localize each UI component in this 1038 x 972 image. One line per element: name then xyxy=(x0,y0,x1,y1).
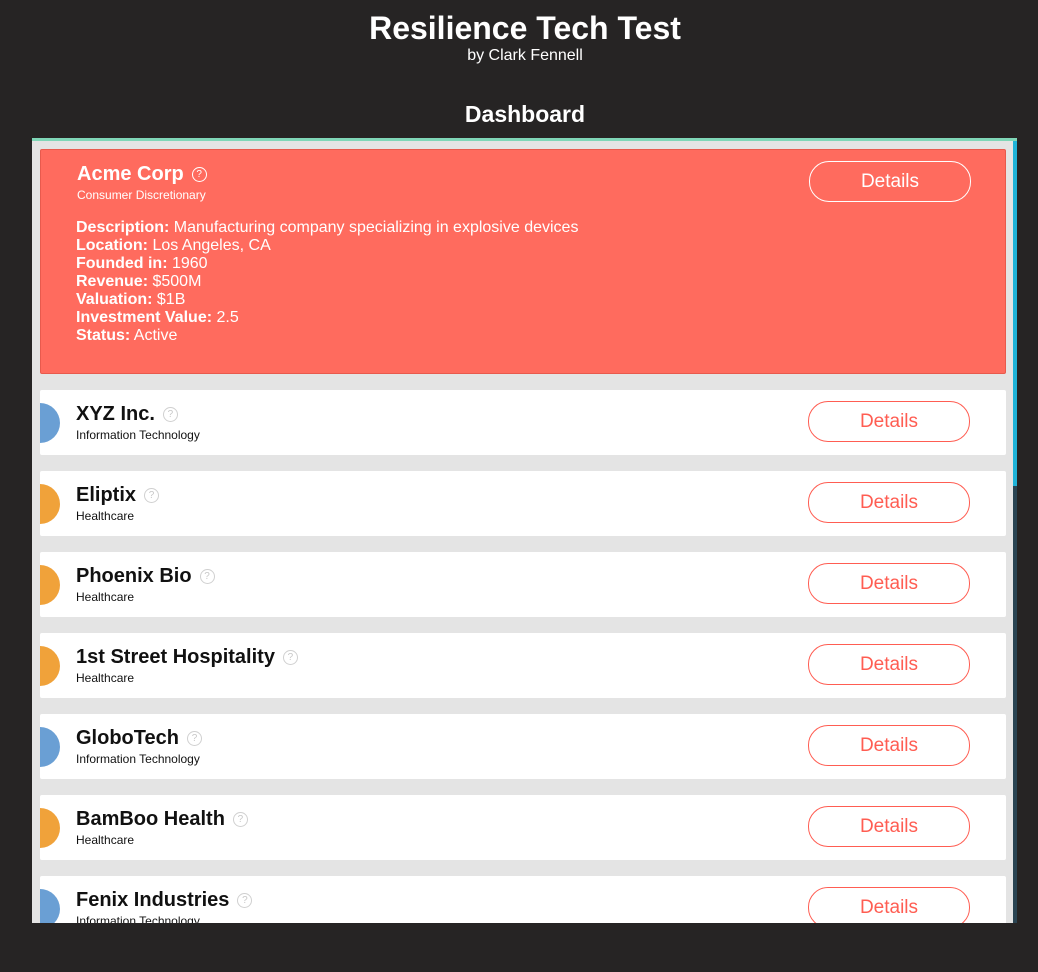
company-card: 1st Street Hospitality ? Healthcare Deta… xyxy=(40,633,1006,698)
detail-row-revenue: Revenue: $500M xyxy=(76,273,578,291)
detail-label: Valuation: xyxy=(76,291,153,308)
details-button[interactable]: Details xyxy=(808,644,970,685)
dashboard-title: Dashboard xyxy=(464,101,586,127)
company-name: 1st Street Hospitality ? xyxy=(76,646,298,669)
company-sector: Healthcare xyxy=(76,509,135,523)
detail-label: Status: xyxy=(76,327,131,344)
company-card-expanded: Acme Corp ? Consumer Discretionary Detai… xyxy=(40,149,1006,374)
detail-row-investment-value: Investment Value: 2.5 xyxy=(76,309,578,327)
details-button[interactable]: Details xyxy=(808,482,970,523)
help-icon[interactable]: ? xyxy=(282,650,298,665)
detail-label: Revenue: xyxy=(76,273,149,290)
detail-row-valuation: Valuation: $1B xyxy=(76,291,578,309)
company-name: Phoenix Bio ? xyxy=(76,565,215,588)
details-button[interactable]: Details xyxy=(808,725,970,766)
company-name-text: BamBoo Health xyxy=(76,808,225,830)
sector-indicator xyxy=(40,889,60,923)
company-list-panel[interactable]: Acme Corp ? Consumer Discretionary Detai… xyxy=(32,138,1017,923)
company-name-text: Phoenix Bio xyxy=(76,565,192,587)
company-sector: Information Technology xyxy=(76,752,200,766)
company-sector: Information Technology xyxy=(76,914,200,923)
detail-label: Investment Value: xyxy=(76,309,213,326)
help-icon[interactable]: ? xyxy=(144,488,160,503)
company-name-text: GloboTech xyxy=(76,727,179,749)
scrollbar-track[interactable] xyxy=(1013,486,1017,923)
help-icon[interactable]: ? xyxy=(191,167,207,182)
app-subtitle: by Clark Fennell xyxy=(467,47,583,64)
help-icon[interactable]: ? xyxy=(162,407,178,422)
detail-row-description: Description: Manufacturing company speci… xyxy=(76,219,578,237)
detail-row-status: Status: Active xyxy=(76,327,578,345)
company-name: Eliptix ? xyxy=(76,484,160,507)
company-name: Acme Corp ? xyxy=(77,163,207,186)
help-icon[interactable]: ? xyxy=(232,812,248,827)
company-name-text: Fenix Industries xyxy=(76,889,230,911)
detail-value: Los Angeles, CA xyxy=(148,237,271,254)
help-icon[interactable]: ? xyxy=(186,731,202,746)
sector-indicator xyxy=(40,565,60,605)
company-card: Phoenix Bio ? Healthcare Details xyxy=(40,552,1006,617)
company-details: Description: Manufacturing company speci… xyxy=(76,219,578,345)
app-title: Resilience Tech Test xyxy=(369,10,681,46)
company-name-text: 1st Street Hospitality xyxy=(76,646,275,668)
detail-label: Description: xyxy=(76,219,170,236)
detail-row-founded: Founded in: 1960 xyxy=(76,255,578,273)
sector-indicator xyxy=(40,646,60,686)
details-button[interactable]: Details xyxy=(808,887,970,923)
company-card: BamBoo Health ? Healthcare Details xyxy=(40,795,1006,860)
detail-value: $500M xyxy=(148,273,202,290)
detail-value: 1960 xyxy=(167,255,208,272)
company-card: Fenix Industries ? Information Technolog… xyxy=(40,876,1006,923)
company-name: XYZ Inc. ? xyxy=(76,403,178,426)
company-name: GloboTech ? xyxy=(76,727,202,750)
sector-indicator xyxy=(40,808,60,848)
details-button[interactable]: Details xyxy=(808,806,970,847)
detail-label: Location: xyxy=(76,237,148,254)
company-name-text: XYZ Inc. xyxy=(76,403,155,425)
company-name-text: Eliptix xyxy=(76,484,137,506)
company-sector: Healthcare xyxy=(76,590,135,604)
company-name: BamBoo Health ? xyxy=(76,808,248,831)
detail-label: Founded in: xyxy=(76,255,168,272)
company-card: Eliptix ? Healthcare Details xyxy=(40,471,1006,536)
company-sector: Healthcare xyxy=(76,833,135,847)
details-button[interactable]: Details xyxy=(808,401,970,442)
company-name: Fenix Industries ? xyxy=(76,889,253,912)
detail-value: Active xyxy=(130,327,178,344)
company-sector: Healthcare xyxy=(76,671,135,685)
company-sector: Information Technology xyxy=(76,428,200,442)
help-icon[interactable]: ? xyxy=(199,569,215,584)
details-button[interactable]: Details xyxy=(808,563,970,604)
detail-value: Manufacturing company specializing in ex… xyxy=(169,219,579,236)
company-sector: Consumer Discretionary xyxy=(77,188,206,202)
details-button[interactable]: Details xyxy=(809,161,971,202)
sector-indicator xyxy=(40,403,60,443)
company-card: GloboTech ? Information Technology Detai… xyxy=(40,714,1006,779)
detail-value: 2.5 xyxy=(212,309,239,326)
company-card: XYZ Inc. ? Information Technology Detail… xyxy=(40,390,1006,455)
sector-indicator xyxy=(40,484,60,524)
sector-indicator xyxy=(40,727,60,767)
detail-value: $1B xyxy=(152,291,186,308)
detail-row-location: Location: Los Angeles, CA xyxy=(76,237,578,255)
company-name-text: Acme Corp xyxy=(77,163,184,185)
scrollbar-thumb[interactable] xyxy=(1013,141,1017,486)
help-icon[interactable]: ? xyxy=(237,893,253,908)
